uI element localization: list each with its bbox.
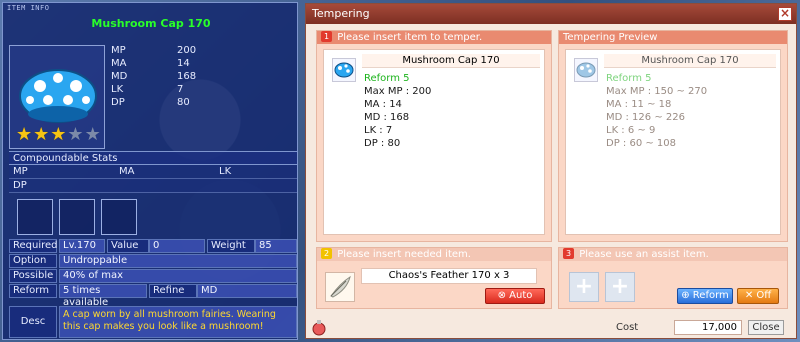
assist-slot-plus-icon[interactable]: + (605, 272, 635, 302)
option-value: Undroppable (59, 254, 297, 268)
step-1-badge: 1 (321, 31, 332, 42)
needed-item-section: 2 Please insert needed item. Chaos's Fea… (316, 247, 552, 309)
preview-item-icon (574, 58, 598, 82)
reform-value: 5 times available (59, 284, 147, 308)
tempering-window: Tempering × 1 Please insert item to temp… (305, 3, 797, 339)
preview-stats: Reform 5 Max MP : 150 ~ 270 MA : 11 ~ 18… (606, 73, 708, 149)
refine-value: MD (197, 284, 297, 298)
star-empty-icon: ★ (84, 124, 101, 145)
close-icon[interactable]: × (778, 7, 792, 21)
preview-item-name: Mushroom Cap 170 (604, 54, 776, 68)
item-icon-box: ★ ★ ★ ★ ★ (9, 45, 105, 149)
desc-label: Desc (9, 306, 57, 338)
assist-item-section: 3 Please use an assist item. + + ⊕ Refor… (558, 247, 788, 309)
required-level: Lv.170 (59, 239, 105, 253)
compound-slot[interactable] (17, 199, 53, 235)
current-item-card[interactable]: Mushroom Cap 170 Reform 5 Max MP : 200 M… (323, 49, 545, 235)
tempering-titlebar[interactable]: Tempering (306, 4, 796, 24)
stat-md: MD 168 (111, 71, 197, 82)
feather-icon (330, 275, 351, 298)
item-description: A cap worn by all mushroom fairies. Wear… (59, 306, 297, 338)
item-slot-icon[interactable] (332, 58, 356, 82)
possible-value: 40% of max (59, 269, 297, 283)
compound-slot[interactable] (59, 199, 95, 235)
preview-section: Tempering Preview Mushroom Cap 170 Refor… (558, 30, 788, 242)
star-empty-icon: ★ (67, 124, 84, 145)
compoundable-stats-label: Compoundable Stats (9, 151, 297, 165)
cost-label: Cost (616, 322, 639, 333)
required-label: Required (9, 239, 58, 253)
weight-label: Weight (207, 239, 255, 253)
item-info-tag: ITEM INFO (7, 4, 50, 12)
close-button[interactable]: Close (748, 320, 784, 335)
refine-label: Refine (149, 284, 197, 298)
weight-amount: 85 (255, 239, 297, 253)
star-rating: ★ ★ ★ ★ ★ (16, 126, 101, 144)
compound-slot[interactable] (101, 199, 137, 235)
feather-slot[interactable] (325, 272, 355, 302)
value-label: Value (107, 239, 149, 253)
preview-item-card: Mushroom Cap 170 Reform 5 Max MP : 150 ~… (565, 49, 781, 235)
off-icon: ✕ (744, 290, 757, 301)
item-title: Mushroom Cap 170 (91, 17, 211, 30)
current-item-name: Mushroom Cap 170 (362, 54, 540, 68)
star-icon: ★ (33, 124, 50, 145)
star-icon: ★ (50, 124, 67, 145)
star-icon: ★ (16, 124, 33, 145)
needed-item-name: Chaos's Feather 170 x 3 (361, 268, 537, 284)
cost-value: 17,000 (674, 320, 742, 335)
mushroom-cap-icon (19, 69, 97, 123)
mushroom-cap-icon (576, 62, 596, 78)
stat-dp: DP 80 (111, 97, 190, 108)
auto-icon: ⊗ (497, 290, 510, 301)
insert-item-label: Please insert item to temper. (337, 32, 483, 43)
tempering-footer-icon (310, 318, 328, 336)
compound-row: DP (9, 179, 297, 193)
current-stats: Reform 5 Max MP : 200 MA : 14 MD : 168 L… (364, 73, 432, 149)
needed-item-label: Please insert needed item. (337, 249, 471, 260)
off-button[interactable]: ✕ Off (737, 288, 779, 304)
stat-mp: MP 200 (111, 45, 197, 56)
reform-button[interactable]: ⊕ Reform (677, 288, 733, 304)
step-2-badge: 2 (321, 248, 332, 259)
reform-label: Reform (9, 284, 57, 298)
item-info-panel: ITEM INFO Mushroom Cap 170 ★ ★ ★ ★ ★ MP … (2, 2, 298, 340)
stat-lk: LK 7 (111, 84, 184, 95)
compound-row: MP MA LK (9, 165, 297, 179)
step-3-badge: 3 (563, 248, 574, 259)
insert-item-section: 1 Please insert item to temper. Mushroom… (316, 30, 552, 242)
tempering-title: Tempering (312, 7, 370, 20)
stat-ma: MA 14 (111, 58, 190, 69)
option-label: Option (9, 254, 57, 268)
mushroom-cap-icon (334, 62, 354, 78)
possible-label: Possible (9, 269, 57, 283)
value-amount: 0 (149, 239, 205, 253)
reform-icon: ⊕ (681, 290, 693, 301)
preview-header: Tempering Preview (559, 31, 787, 44)
auto-button[interactable]: ⊗ Auto (485, 288, 545, 304)
assist-slot-plus-icon[interactable]: + (569, 272, 599, 302)
potion-icon (312, 320, 326, 336)
assist-item-label: Please use an assist item. (579, 249, 709, 260)
